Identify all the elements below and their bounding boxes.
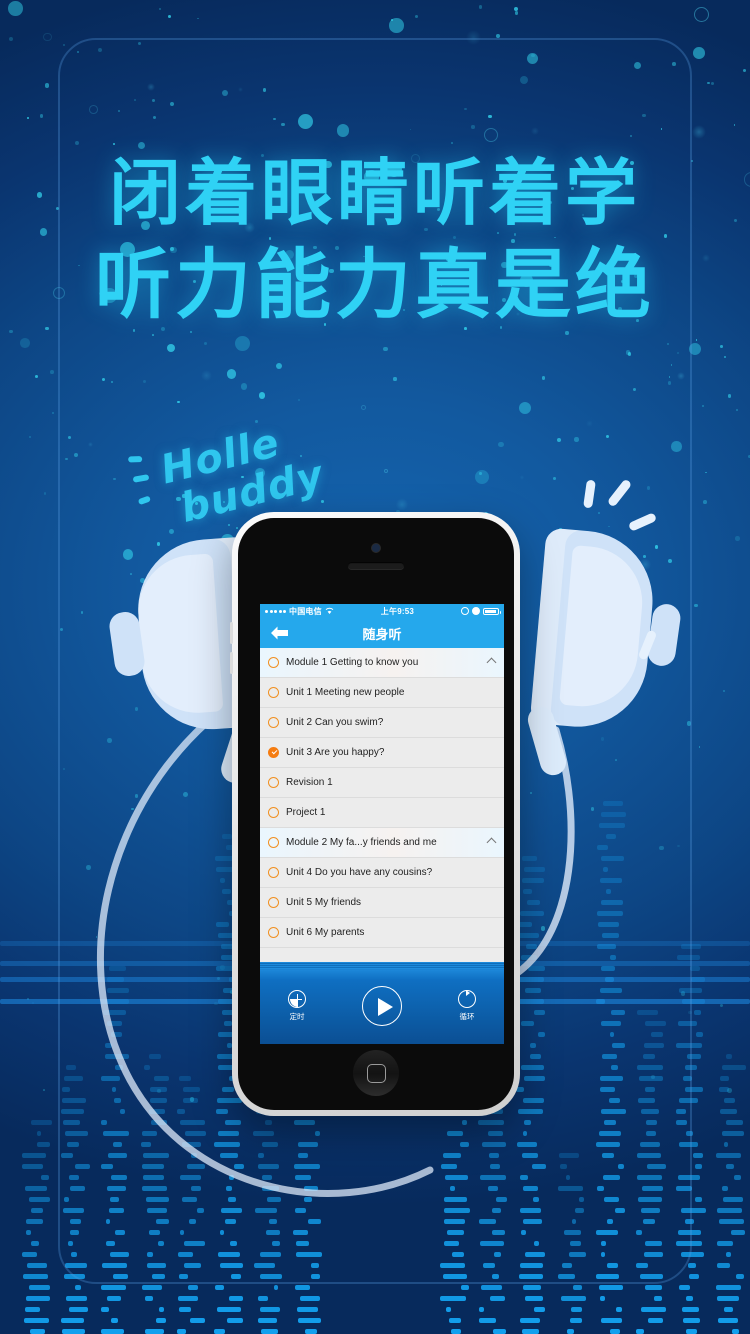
circle-icon: [268, 657, 279, 668]
signal-dots-icon: [265, 609, 286, 613]
phone-volume-down[interactable]: [230, 652, 233, 674]
lesson-list[interactable]: Module 1 Getting to know you Unit 1 Meeti…: [260, 648, 504, 962]
circle-icon: [268, 807, 279, 818]
doodle-tick-3: [137, 495, 152, 506]
clock-icon: [288, 990, 306, 1008]
circle-icon: [268, 717, 279, 728]
lesson-module-row[interactable]: Module 1 Getting to know you: [260, 648, 504, 678]
headline-line-1: 闭着眼睛听着学: [108, 154, 641, 234]
battery-icon: [483, 607, 501, 615]
phone-mockup: 中国电信 上午9:53 随身听 Module 1 Getting to know…: [230, 512, 520, 1116]
lesson-label: Module 1 Getting to know you: [286, 657, 419, 668]
lesson-unit-row[interactable]: Unit 3 Are you happy?: [260, 738, 504, 768]
lesson-label: Unit 2 Can you swim?: [286, 717, 384, 728]
wifi-icon: [325, 607, 334, 614]
lesson-unit-row[interactable]: Unit 1 Meeting new people: [260, 678, 504, 708]
circle-icon: [268, 927, 279, 938]
lesson-unit-row[interactable]: Project 1: [260, 798, 504, 828]
back-arrow-icon[interactable]: [270, 624, 290, 642]
page-title: 闭着眼睛听着学 听力能力真是绝: [0, 148, 750, 332]
equalizer-column: [556, 1151, 590, 1334]
equalizer-column: [176, 1076, 210, 1334]
phone-bezel: 中国电信 上午9:53 随身听 Module 1 Getting to know…: [238, 518, 514, 1110]
equalizer-column: [100, 966, 134, 1334]
lesson-unit-row[interactable]: Unit 5 My friends: [260, 888, 504, 918]
earpiece-speaker: [348, 562, 404, 569]
lesson-label: Unit 3 Are you happy?: [286, 747, 385, 758]
nav-title: 随身听: [362, 626, 402, 642]
location-arrow-icon: [461, 607, 469, 615]
timer-button[interactable]: 定时: [288, 990, 306, 1022]
circle-icon: [268, 897, 279, 908]
status-right: [461, 607, 501, 615]
equalizer-column: [636, 1010, 670, 1334]
equalizer-column: [22, 1117, 56, 1334]
clock-label: 上午9:53: [380, 606, 415, 616]
chevron-up-icon[interactable]: [486, 657, 497, 668]
equalizer-column: [140, 1054, 174, 1334]
lesson-label: Unit 1 Meeting new people: [286, 687, 405, 698]
sound-burst-3: [627, 512, 658, 532]
headphone-earcup-left-pad: [134, 553, 224, 717]
play-button[interactable]: [362, 986, 402, 1026]
circle-icon: [268, 867, 279, 878]
equalizer-column: [516, 852, 550, 1334]
lesson-module-row[interactable]: Module 2 My fa...y friends and me: [260, 828, 504, 858]
timer-label: 定时: [289, 1012, 305, 1021]
check-circle-icon: [268, 747, 279, 758]
phone-volume-up[interactable]: [230, 622, 233, 644]
home-button[interactable]: [353, 1050, 399, 1096]
lesson-unit-row[interactable]: Unit 4 Do you have any cousins?: [260, 858, 504, 888]
equalizer-column: [252, 1087, 286, 1334]
lesson-unit-row[interactable]: Unit 2 Can you swim?: [260, 708, 504, 738]
circle-icon: [268, 687, 279, 698]
status-bar: 中国电信 上午9:53: [260, 604, 504, 618]
poster-canvas: 闭着眼睛听着学 听力能力真是绝 Holle buddy 中国电信 上午9:53 …: [0, 0, 750, 1334]
lesson-label: Unit 4 Do you have any cousins?: [286, 867, 433, 878]
lesson-label: Project 1: [286, 807, 326, 818]
alarm-icon: [472, 607, 480, 615]
carrier-label: 中国电信: [289, 606, 322, 616]
equalizer-column: [60, 1062, 94, 1334]
status-left: 中国电信: [265, 606, 334, 617]
loop-button[interactable]: 循环: [458, 990, 476, 1022]
headline-line-2: 听力能力真是绝: [95, 243, 655, 328]
front-camera-icon: [372, 544, 380, 552]
equalizer-column: [676, 944, 710, 1334]
chevron-up-icon[interactable]: [486, 837, 497, 848]
lesson-label: Module 2 My fa...y friends and me: [286, 837, 437, 848]
sound-burst-1: [583, 479, 596, 509]
player-bar: 定时 循环: [260, 962, 504, 1044]
loop-icon: [458, 990, 476, 1008]
lesson-label: Unit 5 My friends: [286, 897, 362, 908]
doodle-tick-1: [128, 456, 143, 463]
lesson-label: Revision 1: [286, 777, 333, 788]
circle-icon: [268, 777, 279, 788]
doodle-tick-2: [132, 474, 150, 483]
lesson-label: Unit 6 My parents: [286, 927, 365, 938]
circle-icon: [268, 837, 279, 848]
nav-bar: 随身听: [260, 618, 504, 648]
equalizer-column: [716, 1052, 750, 1334]
lesson-unit-row[interactable]: Unit 6 My parents: [260, 918, 504, 948]
loop-label: 循环: [459, 1012, 475, 1021]
lesson-unit-row[interactable]: Revision 1: [260, 768, 504, 798]
sound-burst-2: [606, 478, 633, 508]
phone-screen: 中国电信 上午9:53 随身听 Module 1 Getting to know…: [260, 604, 504, 1044]
equalizer-column: [596, 801, 630, 1334]
